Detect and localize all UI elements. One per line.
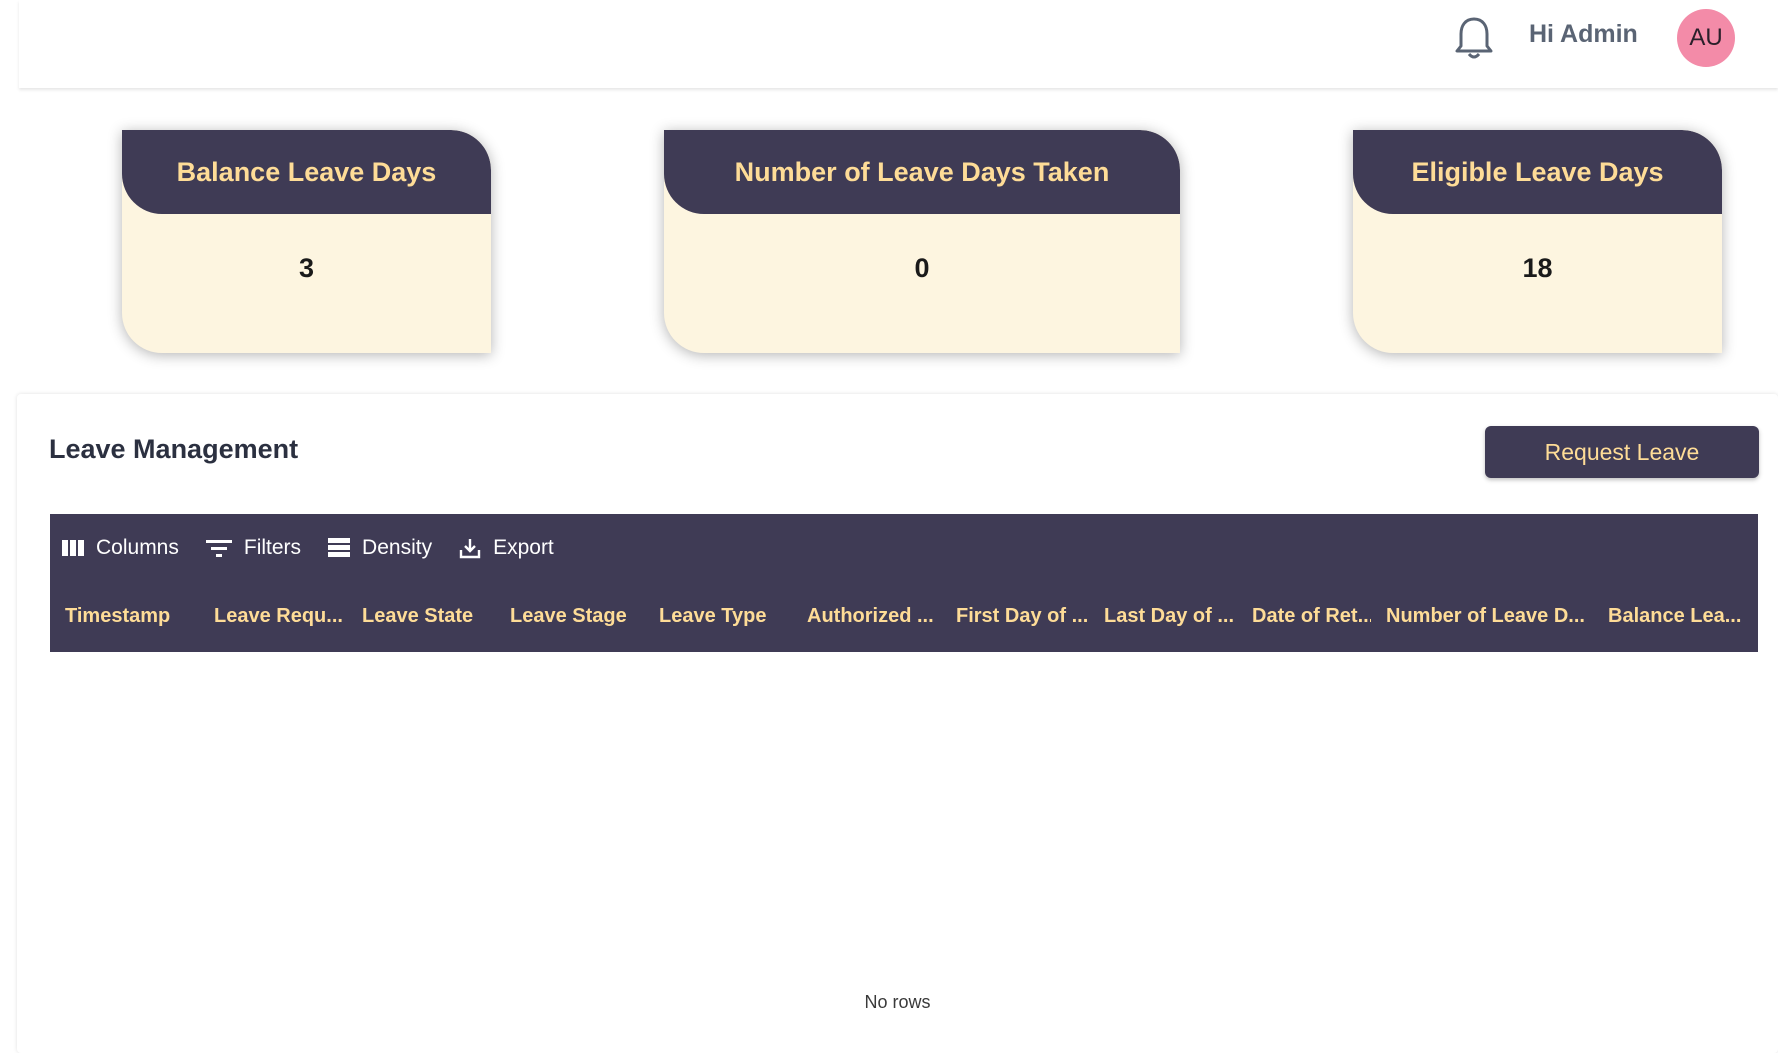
- request-leave-button[interactable]: Request Leave: [1485, 426, 1759, 478]
- columns-icon: [62, 540, 84, 556]
- column-header-timestamp[interactable]: Timestamp: [50, 605, 199, 628]
- greeting-text: Hi Admin: [1529, 20, 1638, 48]
- download-icon: [459, 539, 481, 559]
- export-button[interactable]: Export: [459, 536, 554, 560]
- avatar[interactable]: AU: [1677, 9, 1735, 67]
- card-value: 18: [1522, 253, 1553, 283]
- panel-title: Leave Management: [49, 434, 299, 464]
- column-header-authorized[interactable]: Authorized ...: [792, 605, 941, 628]
- export-label: Export: [493, 536, 554, 559]
- card-value: 0: [914, 253, 930, 283]
- filters-button[interactable]: Filters: [205, 536, 302, 560]
- data-grid-header: Columns Filters Density Export Timestamp…: [50, 514, 1758, 652]
- column-header-date-of-return[interactable]: Date of Ret...: [1237, 605, 1371, 628]
- density-label: Density: [362, 536, 433, 559]
- columns-button[interactable]: Columns: [62, 536, 179, 560]
- eligible-leave-card: Eligible Leave Days 18: [1353, 130, 1722, 353]
- column-header-leave-state[interactable]: Leave State: [347, 605, 495, 628]
- leave-taken-card: Number of Leave Days Taken 0: [664, 130, 1180, 353]
- empty-state-text: No rows: [864, 992, 931, 1012]
- density-button[interactable]: Density: [328, 536, 432, 560]
- balance-leave-card: Balance Leave Days 3: [122, 130, 491, 353]
- card-value: 3: [298, 253, 315, 283]
- columns-label: Columns: [96, 536, 179, 559]
- filter-icon: [205, 540, 232, 557]
- card-title: Eligible Leave Days: [1353, 130, 1722, 214]
- column-headers: Timestamp Leave Requ... Leave State Leav…: [50, 594, 1749, 638]
- column-header-balance-leave[interactable]: Balance Lea...: [1593, 605, 1749, 628]
- column-header-leave-type[interactable]: Leave Type: [644, 605, 792, 628]
- column-header-last-day[interactable]: Last Day of ...: [1089, 605, 1237, 628]
- column-header-number-of-leave-days[interactable]: Number of Leave D...: [1371, 605, 1593, 628]
- density-icon: [328, 538, 351, 557]
- grid-toolbar: Columns Filters Density Export: [62, 528, 581, 568]
- bell-icon[interactable]: [1454, 15, 1494, 61]
- column-header-leave-stage[interactable]: Leave Stage: [495, 605, 644, 628]
- card-title: Number of Leave Days Taken: [664, 130, 1180, 214]
- column-header-leave-request[interactable]: Leave Requ...: [199, 605, 347, 628]
- leave-management-panel: Leave Management Request Leave Columns F…: [17, 394, 1778, 1053]
- top-bar: [19, 0, 1778, 88]
- column-header-first-day[interactable]: First Day of ...: [941, 605, 1089, 628]
- card-title: Balance Leave Days: [122, 130, 491, 214]
- filters-label: Filters: [243, 536, 302, 559]
